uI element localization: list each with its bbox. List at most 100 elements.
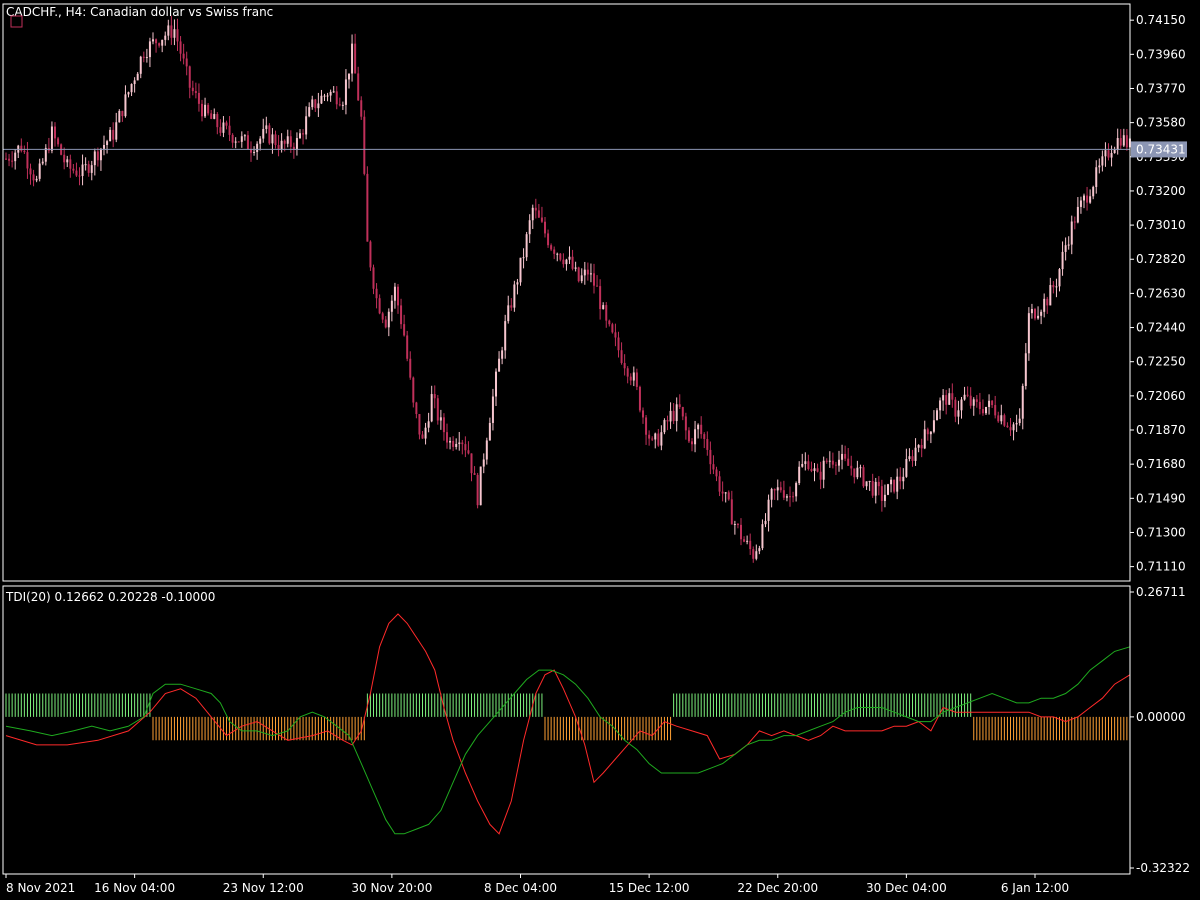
bear-candle [397, 286, 399, 306]
bear-candle [1009, 427, 1012, 431]
bull-candle [929, 431, 932, 435]
bear-candle [378, 298, 381, 314]
bear-candle [599, 286, 602, 310]
bull-candle [35, 178, 38, 181]
bear-candle [185, 58, 188, 67]
bull-candle [424, 427, 427, 439]
bear-candle [412, 377, 415, 403]
bull-candle [204, 104, 207, 117]
bear-candle [678, 404, 681, 408]
bear-candle [782, 490, 785, 498]
bull-candle [449, 440, 452, 443]
current-price-label: 0.73431 [1136, 142, 1186, 156]
bull-candle [348, 73, 350, 80]
bull-candle [957, 410, 960, 417]
bull-candle [697, 424, 700, 430]
bear-candle [179, 41, 182, 54]
bull-candle [308, 107, 311, 117]
bull-candle [841, 453, 844, 460]
bear-candle [418, 414, 421, 435]
bear-candle [681, 407, 684, 417]
bull-candle [127, 92, 130, 95]
bull-candle [1040, 311, 1043, 316]
bear-candle [691, 441, 693, 445]
bull-candle [1083, 195, 1085, 201]
chart-canvas: 0.741500.739600.737700.735800.733900.732… [0, 0, 1200, 900]
bear-candle [464, 444, 467, 451]
bear-candle [446, 432, 448, 443]
bull-candle [632, 372, 635, 381]
bear-candle [409, 358, 412, 378]
bull-candle [1064, 245, 1067, 252]
bear-candle [29, 168, 32, 175]
bull-candle [38, 163, 41, 179]
bull-candle [222, 122, 225, 133]
bull-candle [795, 483, 798, 497]
bull-candle [145, 57, 148, 59]
bull-candle [568, 256, 571, 260]
time-tick-label: 23 Nov 12:00 [223, 881, 304, 895]
indicator-tick-label: -0.32322 [1136, 861, 1190, 875]
bull-candle [1030, 309, 1033, 314]
time-tick-label: 30 Dec 04:00 [866, 881, 947, 895]
chart-background [0, 0, 1200, 900]
bear-candle [596, 285, 599, 287]
bear-candle [231, 134, 234, 143]
bull-candle [14, 152, 17, 162]
time-tick-label: 8 Dec 04:00 [484, 881, 557, 895]
bear-candle [749, 540, 752, 550]
bull-candle [485, 440, 488, 460]
bear-candle [614, 332, 617, 338]
bear-candle [537, 210, 540, 218]
bear-candle [207, 104, 210, 114]
bull-candle [341, 104, 344, 106]
bull-candle [724, 492, 727, 494]
bear-candle [736, 524, 739, 526]
bull-candle [115, 122, 118, 140]
bull-candle [565, 259, 568, 265]
bear-candle [467, 450, 470, 454]
bull-candle [669, 410, 672, 422]
bear-candle [69, 159, 72, 169]
bull-candle [118, 110, 121, 123]
bear-candle [11, 160, 14, 162]
bear-candle [666, 420, 669, 422]
bear-candle [544, 221, 546, 234]
bull-candle [764, 520, 767, 525]
bull-candle [507, 305, 510, 322]
bear-candle [547, 233, 550, 246]
bull-candle [133, 80, 136, 85]
bear-candle [706, 438, 709, 450]
bear-candle [926, 429, 929, 435]
bull-candle [44, 147, 47, 162]
bull-candle [109, 129, 112, 142]
bear-candle [577, 267, 580, 282]
bull-candle [988, 400, 991, 407]
bear-candle [825, 460, 828, 462]
bull-candle [482, 459, 485, 467]
bull-candle [329, 91, 332, 96]
bear-candle [335, 91, 338, 105]
bear-candle [743, 539, 746, 542]
bull-candle [320, 95, 323, 104]
bear-candle [112, 129, 115, 140]
bull-candle [1012, 424, 1015, 431]
bear-candle [421, 434, 424, 439]
bull-candle [1055, 286, 1058, 288]
bear-candle [617, 337, 620, 351]
bull-candle [103, 144, 105, 149]
bear-candle [721, 491, 724, 494]
bear-candle [366, 173, 369, 242]
chart-title: CADCHF., H4: Canadian dollar vs Swiss fr… [6, 5, 273, 19]
bull-candle [427, 421, 430, 428]
bear-candle [730, 499, 733, 525]
bull-candle [865, 481, 868, 487]
bear-candle [871, 481, 874, 496]
time-tick-label: 6 Jan 12:00 [1001, 881, 1069, 895]
bull-candle [479, 466, 482, 506]
bull-candle [1104, 150, 1107, 157]
bear-candle [893, 479, 896, 492]
bull-candle [124, 94, 127, 117]
bull-candle [295, 138, 298, 150]
bear-candle [981, 409, 984, 414]
